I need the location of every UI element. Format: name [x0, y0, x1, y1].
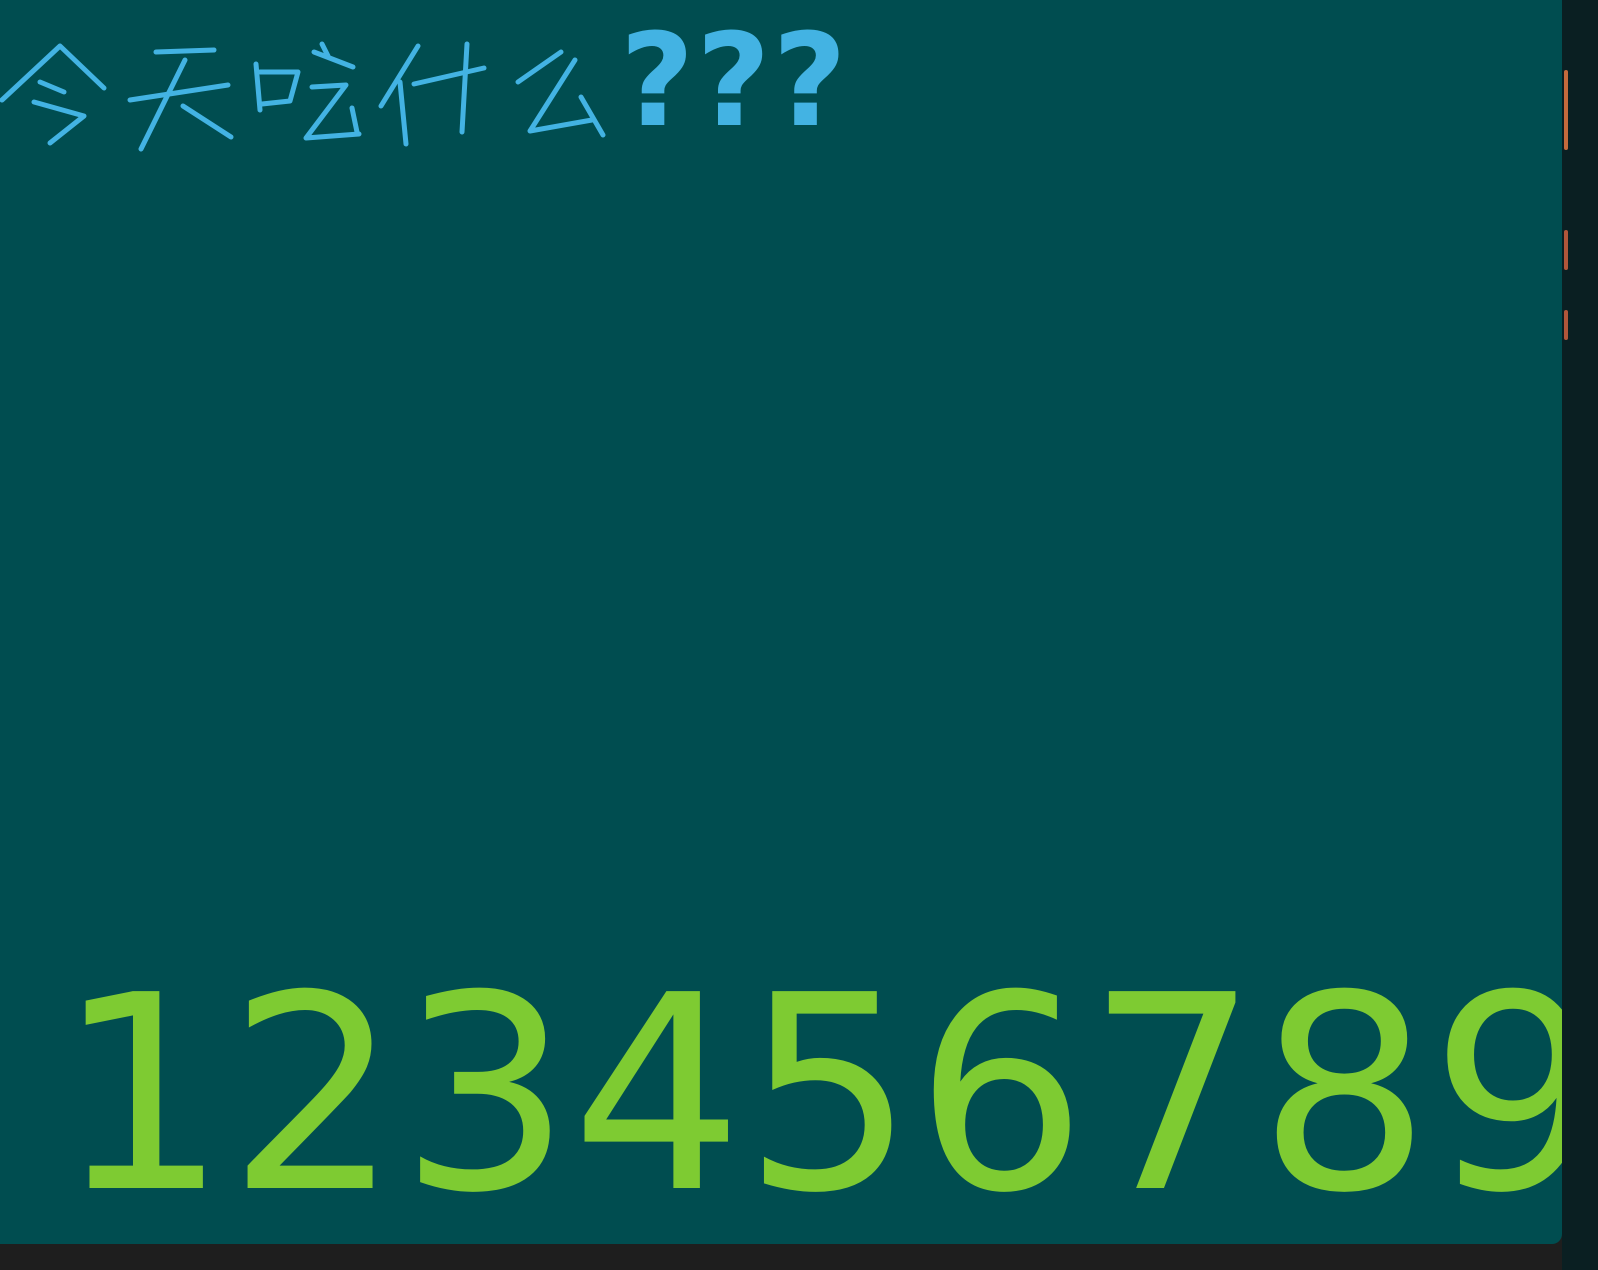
edge-accent	[1564, 230, 1568, 270]
handwritten-title	[0, 0, 620, 160]
digits-text: 1234567890	[56, 937, 1562, 1244]
edge-accent	[1564, 70, 1568, 150]
main-window: ??? 1234567890	[0, 0, 1562, 1244]
page-title: ???	[0, 0, 849, 160]
edge-accent	[1564, 310, 1568, 340]
title-question-marks: ???	[620, 7, 849, 156]
window-edge-strip	[1562, 0, 1598, 1270]
